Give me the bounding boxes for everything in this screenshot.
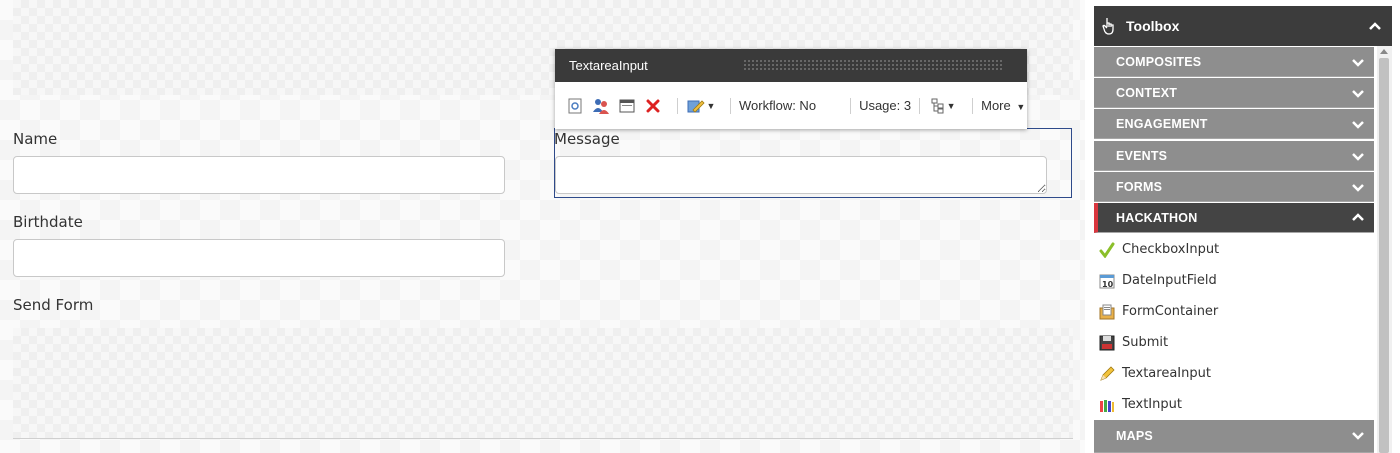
select-parent-icon[interactable] (565, 96, 585, 116)
name-input[interactable] (13, 156, 505, 194)
category-engagement[interactable]: ENGAGEMENT (1094, 109, 1374, 139)
more-label: More (981, 98, 1011, 113)
toolbar-separator (919, 97, 921, 114)
category-label: COMPOSITES (1116, 54, 1202, 69)
crayons-icon (1098, 396, 1116, 414)
tool-item-label: TextInput (1122, 397, 1182, 412)
delete-icon[interactable] (643, 96, 663, 116)
edit-dropdown-icon[interactable]: ▼ (686, 96, 716, 116)
chevron-down-icon (1352, 118, 1364, 132)
scroll-up-arrow[interactable] (1380, 49, 1388, 54)
tool-item-label: CheckboxInput (1122, 242, 1220, 257)
tool-item-submit[interactable]: Submit (1098, 327, 1374, 358)
empty-placeholder-bottom[interactable] (13, 328, 1073, 438)
tool-item-checkboxinput[interactable]: CheckboxInput (1098, 234, 1374, 265)
tool-item-dateinputfield[interactable]: 10 DateInputField (1098, 265, 1374, 296)
more-menu[interactable]: More ▼ (981, 98, 1025, 113)
category-forms[interactable]: FORMS (1094, 172, 1374, 202)
birthdate-label: Birthdate (13, 213, 83, 231)
calendar-icon: 10 (1098, 272, 1116, 290)
tree-dropdown-icon[interactable]: ▼ (928, 96, 958, 116)
message-label: Message (554, 130, 620, 148)
chevron-down-icon: ▼ (1016, 102, 1026, 112)
usage-count[interactable]: Usage: 3 (859, 98, 911, 113)
chevron-down-icon (1352, 429, 1364, 443)
tool-item-label: FormContainer (1122, 304, 1219, 319)
category-composites[interactable]: COMPOSITES (1094, 47, 1374, 77)
category-label: ENGAGEMENT (1116, 116, 1208, 131)
pencil-icon (1098, 365, 1116, 383)
tool-item-textinput[interactable]: TextInput (1098, 389, 1374, 420)
chrome-tools: ▼ Workflow: No Usage: 3 ▼ More ▼ (555, 82, 1027, 129)
rendering-chrome-toolbar: TextareaInput ▼ Workflow: No Usage: 3 ▼ (555, 49, 1027, 129)
category-label: MAPS (1116, 429, 1153, 443)
toolbox-header[interactable]: Toolbox (1094, 6, 1392, 46)
birthdate-input[interactable] (13, 239, 505, 277)
tool-item-label: Submit (1122, 335, 1169, 350)
chevron-down-icon (1352, 87, 1364, 101)
chevron-up-icon[interactable] (1368, 18, 1382, 34)
category-label: CONTEXT (1116, 85, 1178, 100)
checkmark-icon (1098, 241, 1116, 259)
chevron-up-icon (1352, 212, 1364, 226)
hand-pointer-icon (1102, 17, 1116, 38)
message-textarea[interactable] (555, 156, 1047, 194)
category-maps[interactable]: MAPS (1094, 420, 1374, 453)
chrome-header[interactable]: TextareaInput (555, 49, 1027, 82)
chevron-down-icon (1352, 56, 1364, 70)
toolbar-separator (972, 97, 974, 114)
toolbar-separator (850, 97, 852, 114)
window-icon[interactable] (617, 96, 637, 116)
floppy-disk-icon (1098, 334, 1116, 352)
category-label: EVENTS (1116, 148, 1168, 163)
category-context[interactable]: CONTEXT (1094, 78, 1374, 108)
toolbox-title: Toolbox (1126, 18, 1180, 34)
form-container-icon (1098, 303, 1116, 321)
chevron-down-icon (1352, 150, 1364, 164)
category-hackathon[interactable]: HACKATHON (1094, 203, 1374, 233)
toolbar-separator (677, 97, 678, 114)
toolbar-separator (730, 97, 731, 114)
divider (13, 438, 1073, 439)
category-label: FORMS (1116, 179, 1163, 194)
personalize-icon[interactable] (591, 96, 611, 116)
tool-item-label: DateInputField (1122, 273, 1217, 288)
send-form-label[interactable]: Send Form (13, 296, 93, 314)
chrome-title: TextareaInput (569, 58, 648, 73)
tool-item-label: TextareaInput (1122, 366, 1211, 381)
workflow-status[interactable]: Workflow: No (739, 98, 816, 113)
scrollbar-thumb[interactable] (1379, 58, 1389, 453)
tool-item-formcontainer[interactable]: FormContainer (1098, 296, 1374, 327)
svg-text:10: 10 (1102, 280, 1114, 289)
tool-item-textareainput[interactable]: TextareaInput (1098, 358, 1374, 389)
category-events[interactable]: EVENTS (1094, 141, 1374, 171)
drag-handle[interactable] (743, 59, 1003, 72)
category-label: HACKATHON (1116, 210, 1198, 225)
name-label: Name (13, 130, 58, 148)
chevron-down-icon (1352, 181, 1364, 195)
